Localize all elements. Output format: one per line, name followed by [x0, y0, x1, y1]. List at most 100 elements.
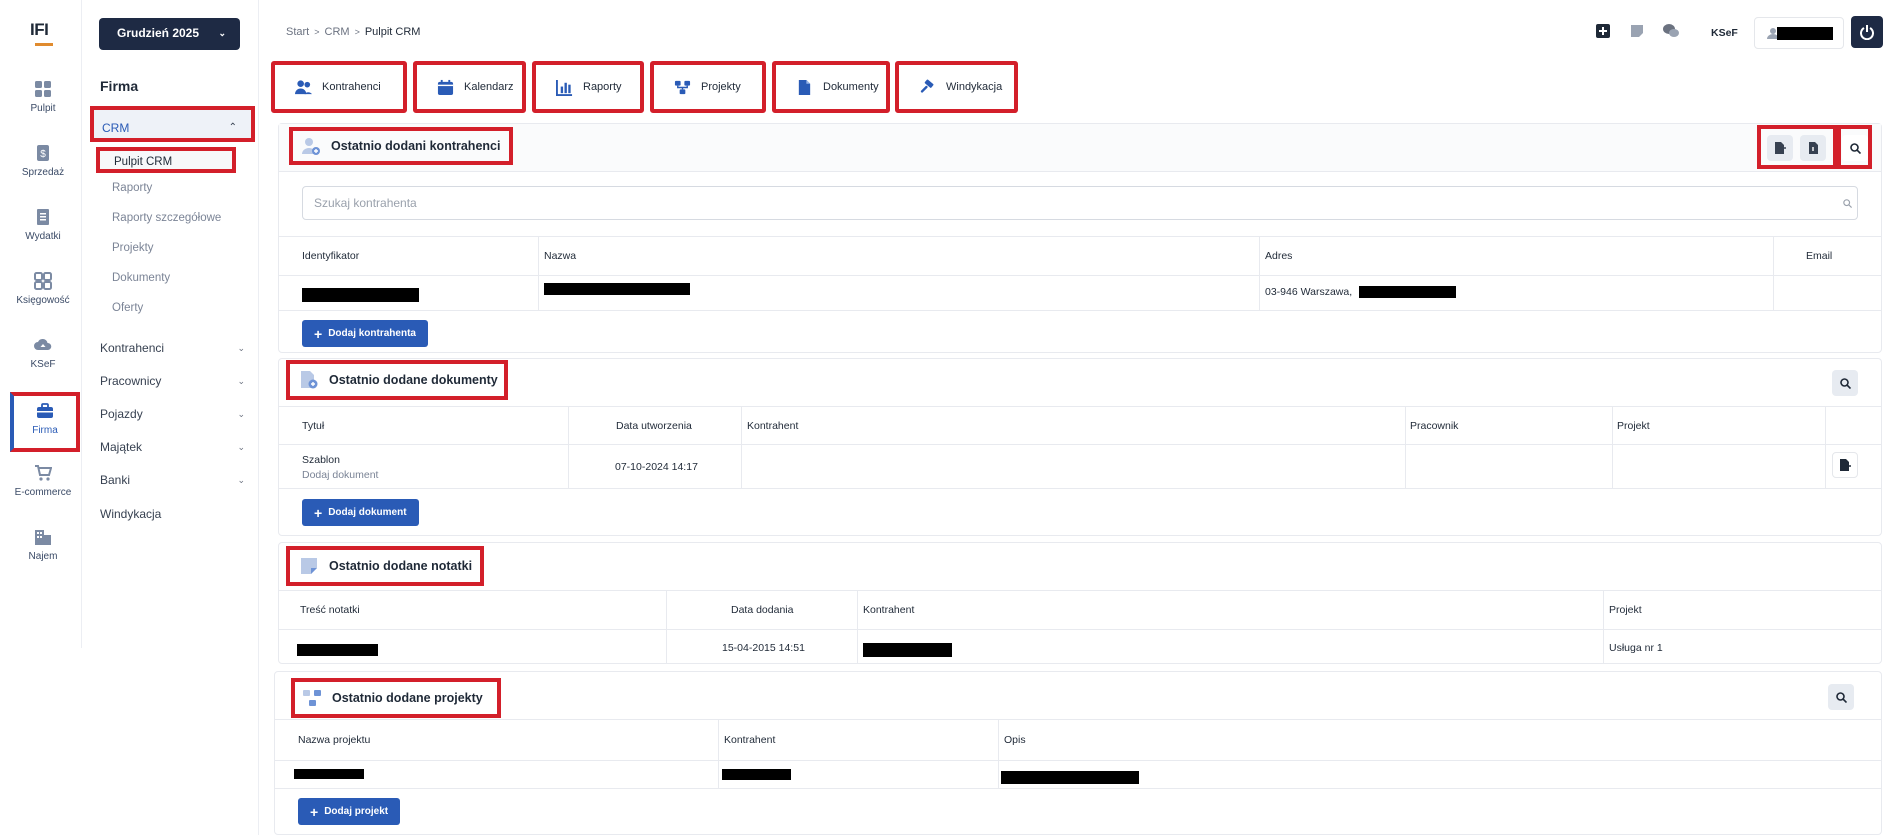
doc-subtitle[interactable]: Dodaj dokument — [302, 469, 378, 481]
search-toggle-button[interactable] — [1828, 684, 1854, 710]
building-icon — [35, 530, 51, 545]
redacted-contractor — [863, 643, 952, 657]
tab-dokumenty[interactable]: Dokumenty — [772, 61, 890, 113]
button-label: Dodaj dokument — [328, 507, 407, 518]
file-export-icon — [1775, 142, 1786, 154]
file-export-icon — [1840, 459, 1851, 471]
redacted-project-name — [294, 769, 364, 779]
chevron-right-icon: > — [354, 27, 360, 37]
redacted-address — [1359, 286, 1456, 298]
add-project-button[interactable]: + Dodaj projekt — [298, 798, 401, 825]
note-date: 15-04-2015 14:51 — [722, 642, 805, 654]
tab-label: Kontrahenci — [322, 81, 381, 93]
chevron-down-icon: ⌄ — [218, 28, 226, 38]
plus-square-icon[interactable] — [1596, 24, 1610, 38]
user-menu[interactable] — [1754, 17, 1844, 49]
month-selector[interactable]: Grudzień 2025 ⌄ — [99, 18, 240, 50]
sitemap-icon — [674, 80, 691, 94]
rail-item-pulpit[interactable]: Pulpit — [4, 80, 82, 114]
divider — [279, 444, 1881, 445]
tab-kalendarz[interactable]: Kalendarz — [413, 61, 526, 113]
breadcrumb-start[interactable]: Start — [286, 26, 309, 38]
file-import-icon — [1809, 142, 1818, 154]
plus-icon: + — [310, 803, 319, 820]
col-projekt: Projekt — [1617, 420, 1650, 432]
col-nazwa: Nazwa — [544, 250, 577, 262]
rail-item-ksiegowosc[interactable]: Księgowość — [4, 272, 82, 306]
add-contractor-button[interactable]: + Dodaj kontrahenta — [302, 320, 428, 347]
doc-action-button[interactable] — [1832, 452, 1858, 478]
submenu-group-pracownicy[interactable]: Pracownicy ⌄ — [100, 374, 245, 388]
submenu-link-dokumenty[interactable]: Dokumenty — [112, 272, 170, 284]
redacted-description — [1001, 771, 1139, 784]
search-toggle-button[interactable] — [1842, 135, 1868, 161]
chevron-up-icon: ⌃ — [228, 122, 237, 133]
submenu-group-pojazdy[interactable]: Pojazdy ⌄ — [100, 407, 245, 421]
tab-label: Dokumenty — [823, 81, 879, 93]
rail-label: Wydatki — [25, 231, 61, 242]
chevron-down-icon: ⌄ — [237, 409, 245, 419]
submenu-group-banki[interactable]: Banki ⌄ — [100, 473, 245, 487]
divider — [279, 629, 1881, 630]
chat-icon[interactable] — [1662, 23, 1680, 39]
chevron-down-icon: ⌄ — [237, 343, 245, 353]
col-divider — [1612, 406, 1613, 488]
submenu-crm[interactable]: CRM ⌃ — [90, 106, 255, 142]
submenu-link-raporty[interactable]: Raporty — [112, 182, 152, 194]
redacted-note — [297, 644, 378, 656]
export-icon-button[interactable] — [1767, 135, 1793, 161]
col-adres: Adres — [1265, 250, 1293, 262]
section-documents: Ostatnio dodane dokumenty — [278, 358, 1882, 536]
tab-kontrahenci[interactable]: Kontrahenci — [271, 61, 407, 113]
rail-item-najem[interactable]: Najem — [4, 528, 82, 562]
col-email: Email — [1806, 250, 1833, 262]
rail-item-wydatki[interactable]: Wydatki — [4, 208, 82, 242]
ksef-button[interactable]: KSeF — [1711, 27, 1738, 39]
power-button[interactable] — [1851, 16, 1883, 48]
gavel-icon — [920, 79, 934, 93]
rail-item-firma[interactable]: Firma — [10, 392, 80, 452]
tab-windykacja[interactable]: Windykacja — [895, 61, 1018, 113]
add-document-button[interactable]: + Dodaj dokument — [302, 499, 419, 526]
submenu-link-oferty[interactable]: Oferty — [112, 302, 143, 314]
col-tytul: Tytuł — [302, 420, 325, 432]
search-toggle-button[interactable] — [1832, 370, 1858, 396]
breadcrumb-crm[interactable]: CRM — [325, 26, 350, 38]
redacted-contractor — [722, 769, 791, 780]
section-projects: Ostatnio dodane projekty — [274, 671, 1882, 835]
col-opis: Opis — [1004, 734, 1026, 746]
submenu-panel: Grudzień 2025 ⌄ Firma CRM ⌃ Pulpit CRM Rap… — [82, 0, 259, 835]
tab-raporty[interactable]: Raporty — [532, 61, 644, 113]
rail-item-ksef[interactable]: KSeF — [4, 336, 82, 370]
submenu-group-majatek[interactable]: Majątek ⌄ — [100, 440, 245, 454]
tab-projekty[interactable]: Projekty — [650, 61, 766, 113]
app-logo[interactable]: IFI — [30, 20, 60, 50]
col-tresc-notatki: Treść notatki — [300, 604, 360, 616]
submenu-link-pulpit-crm[interactable]: Pulpit CRM — [96, 147, 236, 173]
rail-item-ecommerce[interactable]: E-commerce — [4, 464, 82, 498]
cart-icon — [35, 465, 52, 481]
sticky-note-icon[interactable] — [1630, 24, 1644, 38]
submenu-link-raporty-szczegolowe[interactable]: Raporty szczegółowe — [112, 212, 221, 224]
submenu-group-kontrahenci[interactable]: Kontrahenci ⌄ — [100, 341, 245, 355]
section-title-documents: Ostatnio dodane dokumenty — [286, 360, 508, 400]
divider — [275, 760, 1881, 761]
breadcrumb-current: Pulpit CRM — [364, 26, 421, 38]
submenu-link-windykacja[interactable]: Windykacja — [100, 507, 245, 521]
section-title-text: Ostatnio dodani kontrahenci — [331, 139, 501, 153]
section-contractors: Ostatnio dodani kontrahenci — [278, 123, 1882, 353]
tab-label: Windykacja — [946, 81, 1003, 93]
contractor-search-input[interactable]: Szukaj kontrahenta — [302, 186, 1858, 220]
import-icon-button[interactable] — [1800, 135, 1826, 161]
chevron-right-icon: > — [314, 27, 320, 37]
submenu-link-projekty[interactable]: Projekty — [112, 242, 154, 254]
section-title-text: Ostatnio dodane dokumenty — [329, 373, 498, 387]
section-title-projects: Ostatnio dodane projekty — [291, 678, 501, 718]
section-header — [279, 359, 1881, 407]
col-divider — [741, 406, 742, 488]
rail-item-sprzedaz[interactable]: $ Sprzedaż — [4, 144, 82, 178]
col-divider — [1405, 406, 1406, 488]
col-pracownik: Pracownik — [1410, 420, 1459, 432]
submenu-title: Firma — [100, 78, 139, 94]
dollar-doc-icon: $ — [37, 145, 49, 161]
